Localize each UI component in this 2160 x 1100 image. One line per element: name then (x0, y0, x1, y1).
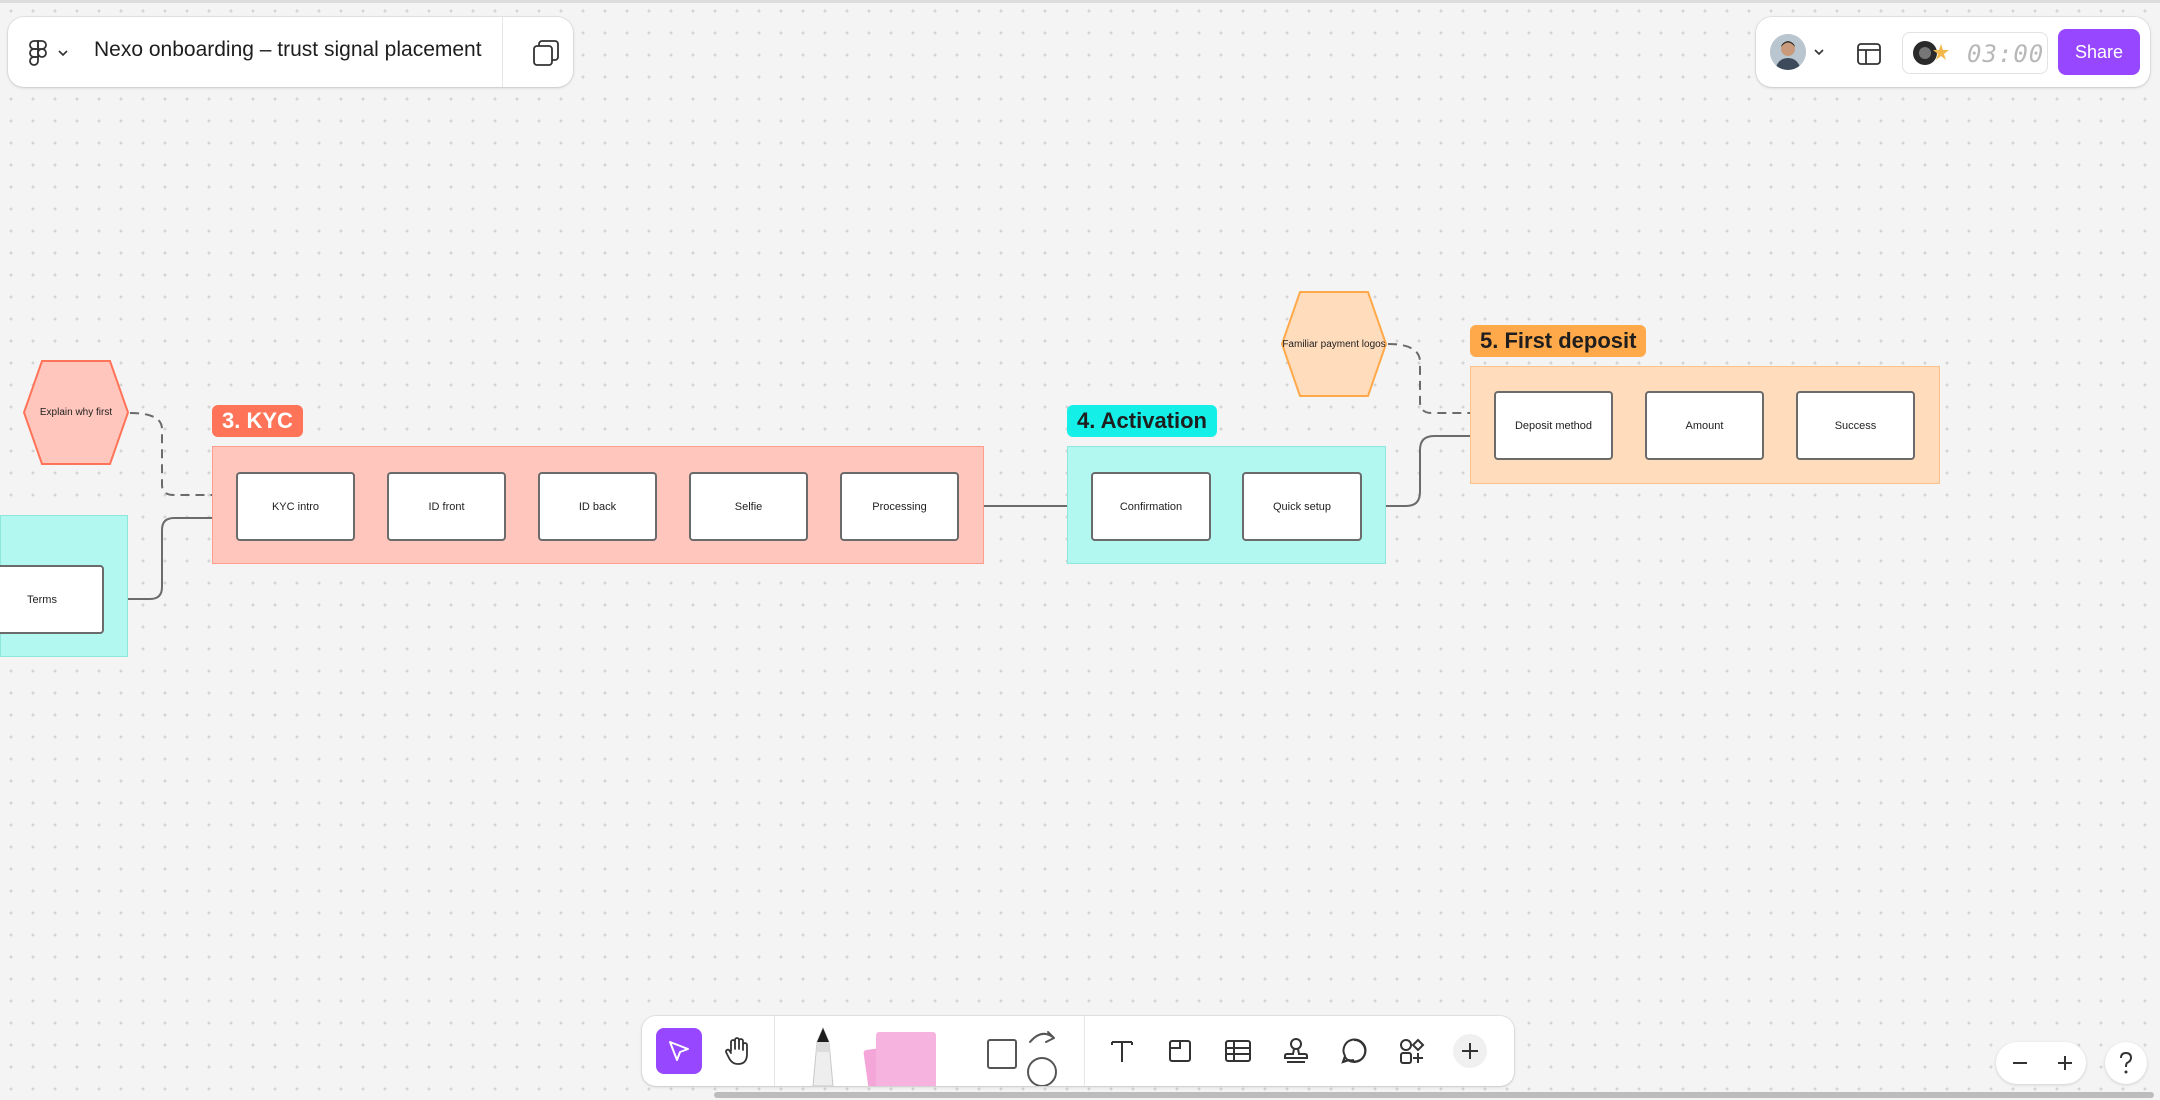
header-right-panel: 03:00 Share (1756, 17, 2150, 87)
hex-familiar-payment-logos[interactable]: Familiar payment logos (1280, 290, 1388, 398)
zoom-out-button-icon[interactable] (2000, 1043, 2040, 1083)
stamp-tool[interactable] (1274, 1029, 1318, 1073)
widgets-tool[interactable] (1390, 1029, 1434, 1073)
step-id-back[interactable]: ID back (538, 472, 657, 541)
shapes-tool[interactable] (982, 1026, 1062, 1086)
timer-value: 03:00 (1967, 40, 2045, 68)
step-deposit-method[interactable]: Deposit method (1494, 391, 1613, 460)
chevron-down-icon (1814, 49, 1824, 56)
help-button[interactable] (2105, 1042, 2147, 1084)
step-id-front[interactable]: ID front (387, 472, 506, 541)
stamp-icon (1284, 1038, 1308, 1063)
widgets-icon (1400, 1038, 1425, 1064)
pages-button[interactable] (522, 37, 570, 69)
step-terms[interactable]: Terms (0, 565, 104, 634)
sticky-note-tool[interactable] (862, 1030, 944, 1086)
figma-logo-icon (29, 40, 47, 66)
pen-tool[interactable] (800, 1026, 846, 1086)
comment-icon (1341, 1038, 1367, 1064)
text-tool[interactable] (1100, 1029, 1144, 1073)
step-label: ID front (428, 500, 465, 513)
step-label: Success (1834, 419, 1877, 432)
zoom-in-button[interactable] (2045, 1043, 2085, 1083)
hex-label: Explain why first (39, 407, 113, 418)
user-avatar-button[interactable] (1770, 33, 1828, 71)
help-icon (2120, 1051, 2133, 1074)
timer-icon (1913, 41, 1949, 65)
section-label-first-deposit[interactable]: 5. First deposit (1470, 325, 1647, 357)
step-label: Processing (872, 500, 927, 513)
section-label-kyc[interactable]: 3. KYC (212, 405, 303, 437)
step-label: ID back (578, 500, 617, 513)
pages-icon (533, 40, 559, 66)
step-label: KYC intro (271, 500, 320, 513)
timer-button[interactable]: 03:00 (1902, 32, 2048, 74)
step-amount[interactable]: Amount (1645, 391, 1764, 460)
step-success[interactable]: Success (1796, 391, 1915, 460)
text-icon (1111, 1041, 1133, 1062)
avatar-image (1770, 34, 1806, 70)
bottom-toolbar (642, 1016, 1514, 1086)
step-confirmation[interactable]: Confirmation (1091, 472, 1211, 541)
shapes-icon (987, 1031, 1057, 1086)
hex-label: Familiar payment logos (1282, 338, 1386, 350)
step-label: Terms (27, 593, 57, 606)
table-icon (1225, 1040, 1251, 1062)
step-label: Deposit method (1514, 419, 1593, 432)
step-label: Amount (1685, 419, 1724, 432)
layout-button[interactable] (1852, 37, 1886, 71)
section-tool[interactable] (1158, 1029, 1202, 1073)
step-kyc-intro[interactable]: KYC intro (236, 472, 355, 541)
share-button[interactable]: Share (2058, 29, 2140, 75)
main-menu-button[interactable] (28, 37, 84, 69)
plus-icon (2058, 1056, 2072, 1070)
hex-explain-why-first[interactable]: Explain why first (22, 359, 130, 466)
sticky-note-icon (863, 1032, 936, 1086)
step-quick-setup[interactable]: Quick setup (1242, 472, 1362, 541)
file-title[interactable]: Nexo onboarding – trust signal placement (94, 38, 482, 62)
section-icon (1169, 1040, 1191, 1062)
step-processing[interactable]: Processing (840, 472, 959, 541)
move-tool[interactable] (656, 1028, 702, 1074)
horizontal-scrollbar[interactable] (714, 1092, 2154, 1098)
toolbar-divider (774, 1016, 775, 1086)
step-label: Confirmation (1119, 500, 1183, 513)
plus-icon (1453, 1034, 1487, 1068)
step-selfie[interactable]: Selfie (689, 472, 808, 541)
step-label: Selfie (734, 500, 763, 513)
step-label: Quick setup (1272, 500, 1332, 513)
chevron-down-icon (58, 50, 68, 57)
toolbar-divider (1084, 1016, 1085, 1086)
file-panel: Nexo onboarding – trust signal placement (8, 17, 573, 87)
more-tools-button[interactable] (1448, 1029, 1492, 1073)
panel-divider (502, 17, 503, 87)
section-label-activation[interactable]: 4. Activation (1067, 405, 1217, 437)
avatar (1770, 34, 1806, 70)
table-tool[interactable] (1216, 1029, 1260, 1073)
minus-icon (2013, 1062, 2027, 1064)
layout-icon (1857, 43, 1881, 65)
hand-icon (725, 1037, 748, 1065)
cursor-icon (669, 1041, 689, 1061)
comment-tool[interactable] (1332, 1029, 1376, 1073)
hand-tool[interactable] (714, 1028, 760, 1074)
pen-icon (812, 1026, 834, 1086)
